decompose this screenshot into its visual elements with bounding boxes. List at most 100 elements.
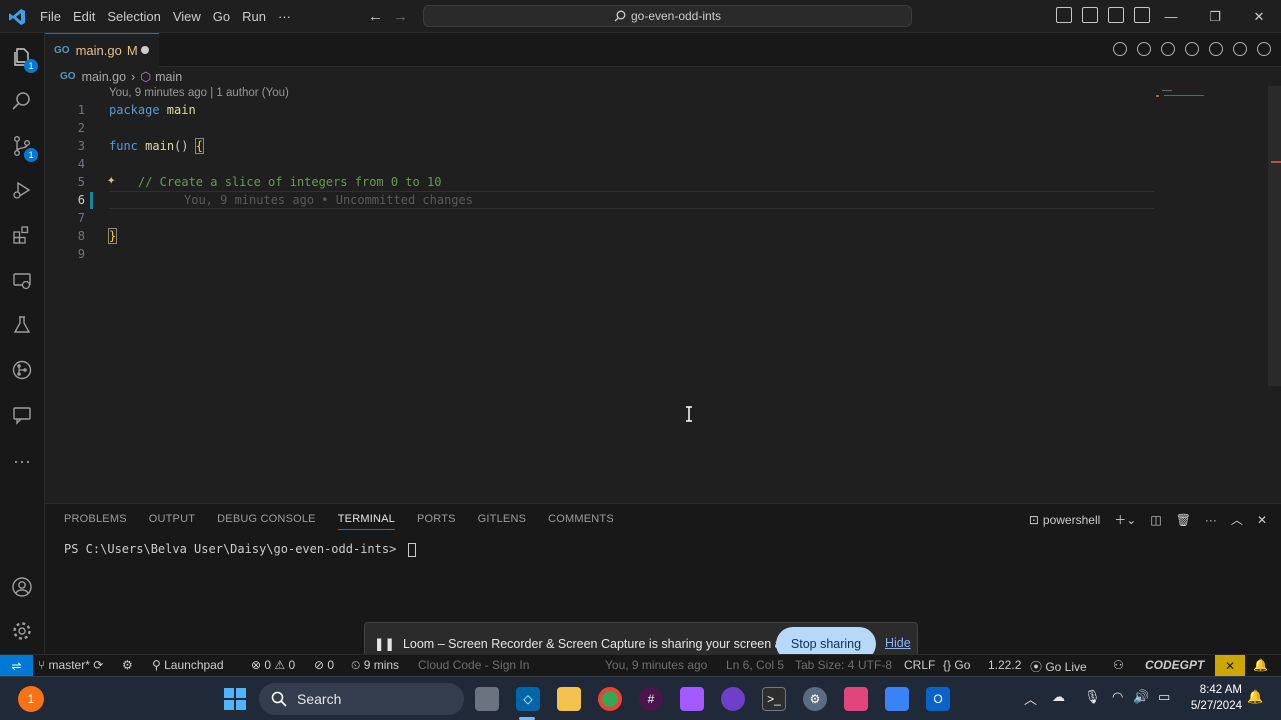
menu-file[interactable]: File <box>34 9 67 24</box>
codelens-blame[interactable]: You, 9 minutes ago | 1 author (You) <box>109 87 289 99</box>
toggle-sidebar-icon[interactable] <box>1056 7 1072 23</box>
volume-icon[interactable]: 🔊 <box>1133 689 1149 705</box>
split-terminal-icon[interactable]: ◫ <box>1150 513 1161 527</box>
taskbar-clock[interactable]: 8:42 AM 5/27/2024 <box>1184 682 1242 714</box>
tab-debug-console[interactable]: DEBUG CONSOLE <box>217 513 316 530</box>
manage-gear-icon[interactable] <box>8 617 36 645</box>
testing-icon[interactable] <box>8 311 36 339</box>
time-tracker-status[interactable]: ⏲ 9 mins <box>351 658 399 673</box>
slack-icon[interactable]: # <box>639 687 663 711</box>
kill-terminal-trash-icon[interactable]: 🗑 <box>1176 513 1191 527</box>
ports-status[interactable]: ⊘ 0 <box>314 658 334 672</box>
eol-status[interactable]: CRLF <box>904 658 935 672</box>
go-version[interactable]: 1.22.2 <box>988 658 1021 672</box>
breadcrumb-symbol[interactable]: main <box>155 70 182 84</box>
unsaved-dot-icon[interactable] <box>141 46 149 54</box>
tab-problems[interactable]: PROBLEMS <box>64 513 127 530</box>
restore-icon[interactable]: ❐ <box>1193 0 1237 33</box>
outlook-icon[interactable]: O <box>926 687 950 711</box>
terminal-app-icon[interactable]: >_ <box>762 687 786 711</box>
file-explorer-icon[interactable] <box>557 687 581 711</box>
tab-main-go[interactable]: GO main.go M <box>45 33 159 67</box>
copilot-sparkle-icon[interactable]: ✦ <box>107 172 115 188</box>
cloud-code-status[interactable]: Cloud Code - Sign In <box>418 658 529 672</box>
search-icon[interactable] <box>8 87 36 115</box>
tab-terminal[interactable]: TERMINAL <box>337 513 395 530</box>
encoding-status[interactable]: UTF-8 <box>858 658 892 672</box>
launchpad-status[interactable]: ⚲ Launchpad <box>152 658 224 672</box>
indentation-status[interactable]: Tab Size: 4 <box>795 658 854 672</box>
terminal-output[interactable]: PS C:\Users\Belva User\Daisy\go-even-odd… <box>64 542 416 557</box>
run-debug-icon[interactable] <box>8 176 36 204</box>
tab-ports[interactable]: PORTS <box>417 513 456 530</box>
figma-icon[interactable] <box>680 687 704 711</box>
compare-previous-icon[interactable] <box>1137 42 1151 56</box>
github-desktop-icon[interactable] <box>721 687 745 711</box>
code-editor[interactable]: You, 9 minutes ago | 1 author (You) ✦ 1 … <box>45 86 1281 500</box>
editor-scrollbar[interactable] <box>1268 86 1281 386</box>
maximize-panel-chevron-up-icon[interactable]: ︿ <box>1231 511 1243 528</box>
toggle-blame-icon[interactable] <box>1185 42 1199 56</box>
menu-go[interactable]: Go <box>207 9 236 24</box>
customize-layout-icon[interactable] <box>1134 7 1150 23</box>
minimap[interactable] <box>1156 88 1216 100</box>
explorer-icon[interactable]: 1 <box>8 43 38 73</box>
comments-icon[interactable] <box>8 401 36 429</box>
close-panel-icon[interactable]: ✕ <box>1257 513 1267 527</box>
toggle-panel-icon[interactable] <box>1082 7 1098 23</box>
chrome-icon[interactable] <box>598 687 622 711</box>
compare-next-icon[interactable] <box>1161 42 1175 56</box>
notification-bell-icon[interactable]: 🔔 <box>1247 689 1263 705</box>
microphone-icon[interactable]: 🎙 <box>1084 689 1101 705</box>
breadcrumb-file[interactable]: main.go <box>82 70 126 84</box>
notifications-bell-icon[interactable]: 🔔 <box>1253 658 1268 672</box>
minimize-icon[interactable]: ― <box>1149 0 1193 33</box>
settings-gear-icon[interactable]: ⚙ <box>803 687 827 711</box>
menu-run[interactable]: Run <box>236 9 272 24</box>
language-mode[interactable]: {} Go <box>943 658 970 672</box>
open-changes-icon[interactable] <box>1113 42 1127 56</box>
tab-output[interactable]: OUTPUT <box>149 513 195 530</box>
accounts-icon[interactable] <box>8 573 36 601</box>
tab-gitlens[interactable]: GITLENS <box>478 513 526 530</box>
blame-status[interactable]: You, 9 minutes ago <box>605 658 707 672</box>
tab-comments[interactable]: COMMENTS <box>548 513 614 530</box>
show-hidden-icons-chevron-icon[interactable]: ︿ <box>1024 689 1037 708</box>
command-center[interactable]: go-even-odd-ints <box>423 5 912 27</box>
wifi-icon[interactable]: ◠ <box>1112 689 1123 705</box>
codegpt-status[interactable]: CODEGPT <box>1145 658 1204 672</box>
menu-more[interactable]: ··· <box>272 9 297 24</box>
taskbar-search[interactable]: Search <box>259 683 464 715</box>
source-control-icon[interactable]: 1 <box>8 132 38 162</box>
remote-explorer-icon[interactable] <box>8 267 36 295</box>
gitlens-icon[interactable] <box>8 356 36 384</box>
menu-view[interactable]: View <box>167 9 207 24</box>
branch-status[interactable]: ⑂ master* ⟳ <box>38 658 103 672</box>
extensions-icon[interactable] <box>8 221 36 249</box>
menu-edit[interactable]: Edit <box>67 9 101 24</box>
remote-indicator-icon[interactable]: ⇌ <box>0 655 33 677</box>
terminal-shell-name[interactable]: powershell <box>1043 513 1100 527</box>
menu-selection[interactable]: Selection <box>101 9 166 24</box>
notepad-icon[interactable] <box>885 687 909 711</box>
run-go-icon[interactable] <box>1209 42 1223 56</box>
more-actions-icon[interactable] <box>1257 42 1271 56</box>
hide-link[interactable]: Hide <box>885 636 911 650</box>
vscode-taskbar-icon[interactable]: ◇ <box>516 687 540 711</box>
split-editor-icon[interactable] <box>1233 42 1247 56</box>
cloud-offline-icon[interactable]: ☁ <box>1052 689 1065 705</box>
more-icon[interactable]: ··· <box>1205 513 1217 527</box>
pause-icon[interactable]: ❚❚ <box>374 636 395 651</box>
new-terminal-icon[interactable]: ＋⌄ <box>1114 511 1136 528</box>
go-live-status[interactable]: ⦿ Go Live <box>1030 658 1087 675</box>
battery-icon[interactable]: ▭ <box>1158 689 1170 705</box>
copilot-disabled-icon[interactable]: ✕ <box>1215 655 1245 677</box>
cursor-position[interactable]: Ln 6, Col 5 <box>726 658 784 672</box>
sync-icon[interactable]: ⚙ <box>122 658 133 672</box>
forward-arrow-icon[interactable]: → <box>393 8 408 25</box>
toggle-secondary-sidebar-icon[interactable] <box>1108 7 1124 23</box>
loom-tray-icon[interactable]: 1 <box>18 686 44 712</box>
windows-start-icon[interactable] <box>223 687 247 711</box>
back-arrow-icon[interactable]: ← <box>368 8 383 25</box>
close-icon[interactable]: ✕ <box>1237 0 1281 33</box>
